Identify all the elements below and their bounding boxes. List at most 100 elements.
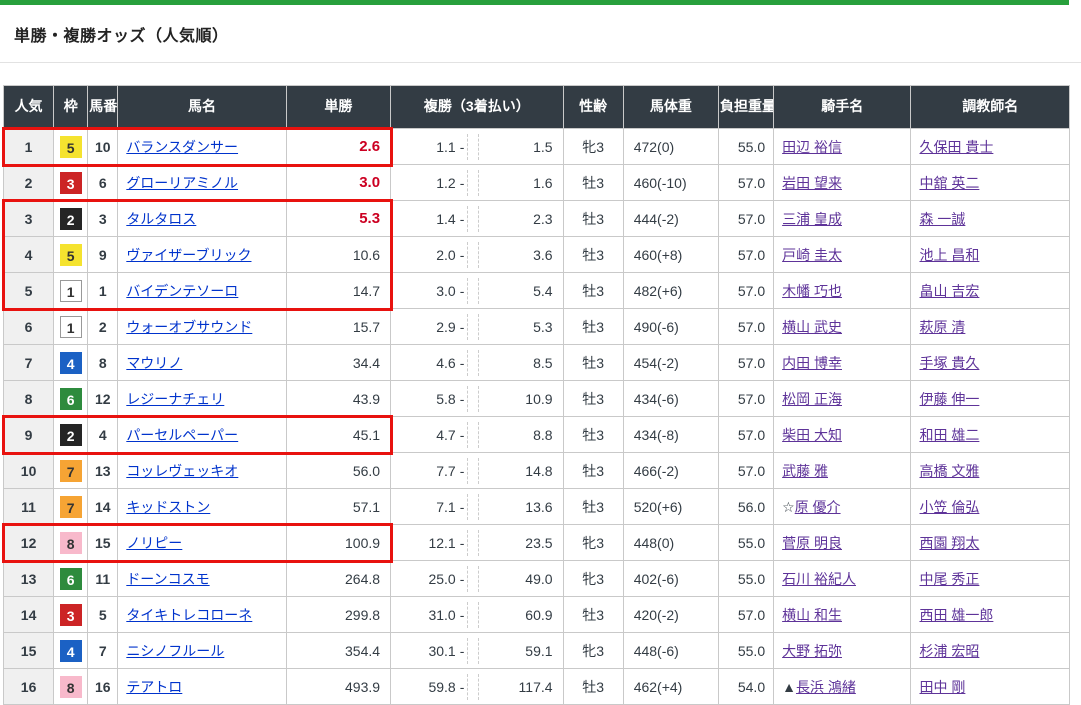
- trainer-link[interactable]: 西田 雄一郎: [919, 607, 993, 623]
- horse-name-cell: ヴァイザーブリック: [118, 237, 286, 273]
- horse-number-cell: 14: [88, 489, 118, 525]
- horse-name-link[interactable]: ウォーオブサウンド: [126, 319, 252, 335]
- horse-weight-cell: 454(-2): [623, 345, 718, 381]
- place-odds-divider: [467, 602, 478, 628]
- table-row: 1435タイキトレコローネ299.831.0-60.9牡3420(-2)57.0…: [4, 597, 1070, 633]
- frame-badge: 3: [60, 172, 82, 194]
- place-odds-divider: [467, 242, 478, 268]
- rank-cell: 3: [4, 201, 54, 237]
- place-odds-cell: 12.1-23.5: [391, 525, 563, 561]
- jockey-link[interactable]: 戸崎 圭太: [782, 247, 842, 263]
- trainer-link[interactable]: 伊藤 伸一: [919, 391, 979, 407]
- horse-name-link[interactable]: テアトロ: [126, 679, 182, 695]
- horse-name-link[interactable]: タイキトレコローネ: [126, 607, 252, 623]
- jockey-link[interactable]: 原 優介: [795, 499, 841, 515]
- odds-table: 人気枠馬番馬名単勝複勝（3着払い）性齢馬体重負担重量騎手名調教師名 1510バラ…: [3, 85, 1070, 705]
- trainer-link[interactable]: 和田 雄二: [919, 427, 979, 443]
- rank-cell: 1: [4, 129, 54, 165]
- trainer-cell: 森 一誠: [911, 201, 1070, 237]
- impost-cell: 55.0: [718, 525, 773, 561]
- trainer-link[interactable]: 杉浦 宏昭: [919, 643, 979, 659]
- odds-table-header: 人気枠馬番馬名単勝複勝（3着払い）性齢馬体重負担重量騎手名調教師名: [4, 86, 1070, 129]
- horse-name-link[interactable]: バランスダンサー: [126, 139, 238, 155]
- sex-age-cell: 牡3: [563, 417, 623, 453]
- place-odds-dash: -: [460, 319, 465, 335]
- place-odds-low: 1.2: [391, 175, 456, 191]
- sex-age-cell: 牝3: [563, 129, 623, 165]
- trainer-link[interactable]: 中舘 英二: [919, 175, 979, 191]
- place-odds-cell: 4.6-8.5: [391, 345, 563, 381]
- table-row: 1510バランスダンサー2.61.1-1.5牝3472(0)55.0田辺 裕信久…: [4, 129, 1070, 165]
- horse-name-link[interactable]: コッレヴェッキオ: [126, 463, 238, 479]
- frame-cell: 3: [54, 165, 88, 201]
- horse-name-link[interactable]: パーセルペーパー: [126, 427, 238, 443]
- jockey-link[interactable]: 菅原 明良: [782, 535, 842, 551]
- horse-name-link[interactable]: レジーナチェリ: [126, 391, 224, 407]
- trainer-link[interactable]: 萩原 清: [919, 319, 965, 335]
- place-odds-cell: 4.7-8.8: [391, 417, 563, 453]
- rank-cell: 4: [4, 237, 54, 273]
- horse-name-link[interactable]: タルタロス: [126, 211, 196, 227]
- place-odds-range: 3.0-5.4: [391, 273, 562, 308]
- jockey-link[interactable]: 横山 武史: [782, 319, 842, 335]
- trainer-link[interactable]: 西園 翔太: [919, 535, 979, 551]
- trainer-link[interactable]: 池上 昌和: [919, 247, 979, 263]
- place-odds-dash: -: [460, 211, 465, 227]
- trainer-cell: 伊藤 伸一: [911, 381, 1070, 417]
- horse-number-cell: 4: [88, 417, 118, 453]
- trainer-link[interactable]: 高橋 文雅: [919, 463, 979, 479]
- horse-number-cell: 13: [88, 453, 118, 489]
- horse-name-link[interactable]: マウリノ: [126, 355, 182, 371]
- place-odds-cell: 59.8-117.4: [391, 669, 563, 705]
- column-header-win-odds: 単勝: [286, 86, 390, 129]
- horse-number-cell: 10: [88, 129, 118, 165]
- jockey-link[interactable]: 田辺 裕信: [782, 139, 842, 155]
- trainer-link[interactable]: 中尾 秀正: [919, 571, 979, 587]
- trainer-link[interactable]: 森 一誠: [919, 211, 965, 227]
- place-odds-dash: -: [460, 499, 465, 515]
- jockey-link[interactable]: 武藤 雅: [782, 463, 828, 479]
- horse-number-cell: 16: [88, 669, 118, 705]
- column-header-frame: 枠: [54, 86, 88, 129]
- place-odds-dash: -: [460, 607, 465, 623]
- place-odds-high: 1.5: [479, 139, 563, 155]
- sex-age-cell: 牡3: [563, 309, 623, 345]
- jockey-link[interactable]: 三浦 皇成: [782, 211, 842, 227]
- horse-name-cell: パーセルペーパー: [118, 417, 286, 453]
- trainer-link[interactable]: 畠山 吉宏: [919, 283, 979, 299]
- win-odds-cell: 15.7: [286, 309, 390, 345]
- jockey-link[interactable]: 石川 裕紀人: [782, 571, 856, 587]
- jockey-link[interactable]: 内田 博幸: [782, 355, 842, 371]
- place-odds-divider: [467, 134, 478, 160]
- place-odds-high: 13.6: [479, 499, 563, 515]
- jockey-link[interactable]: 柴田 大知: [782, 427, 842, 443]
- jockey-link[interactable]: 木幡 巧也: [782, 283, 842, 299]
- jockey-cell: 菅原 明良: [774, 525, 911, 561]
- frame-badge: 1: [60, 280, 82, 302]
- jockey-link[interactable]: 長浜 鴻緒: [796, 679, 856, 695]
- jockey-link[interactable]: 岩田 望来: [782, 175, 842, 191]
- win-odds-cell: 57.1: [286, 489, 390, 525]
- horse-name-link[interactable]: グローリアミノル: [126, 175, 238, 191]
- trainer-link[interactable]: 田中 剛: [919, 679, 965, 695]
- jockey-link[interactable]: 横山 和生: [782, 607, 842, 623]
- jockey-cell: 松岡 正海: [774, 381, 911, 417]
- place-odds-range: 5.8-10.9: [391, 381, 562, 416]
- horse-name-link[interactable]: ヴァイザーブリック: [126, 247, 251, 263]
- trainer-link[interactable]: 久保田 貴士: [919, 139, 993, 155]
- trainer-cell: 高橋 文雅: [911, 453, 1070, 489]
- horse-name-link[interactable]: ノリピー: [126, 535, 182, 551]
- trainer-link[interactable]: 小笠 倫弘: [919, 499, 979, 515]
- horse-name-link[interactable]: キッドストン: [126, 499, 210, 515]
- frame-cell: 2: [54, 417, 88, 453]
- trainer-link[interactable]: 手塚 貴久: [919, 355, 979, 371]
- horse-name-link[interactable]: ニシノフルール: [126, 643, 224, 659]
- horse-name-link[interactable]: ドーンコスモ: [126, 571, 209, 587]
- jockey-link[interactable]: 松岡 正海: [782, 391, 842, 407]
- place-odds-low: 25.0: [391, 571, 456, 587]
- jockey-link[interactable]: 大野 拓弥: [782, 643, 842, 659]
- horse-name-link[interactable]: バイデンテソーロ: [126, 283, 238, 299]
- sex-age-cell: 牝3: [563, 525, 623, 561]
- trainer-cell: 杉浦 宏昭: [911, 633, 1070, 669]
- horse-weight-cell: 448(-6): [623, 633, 718, 669]
